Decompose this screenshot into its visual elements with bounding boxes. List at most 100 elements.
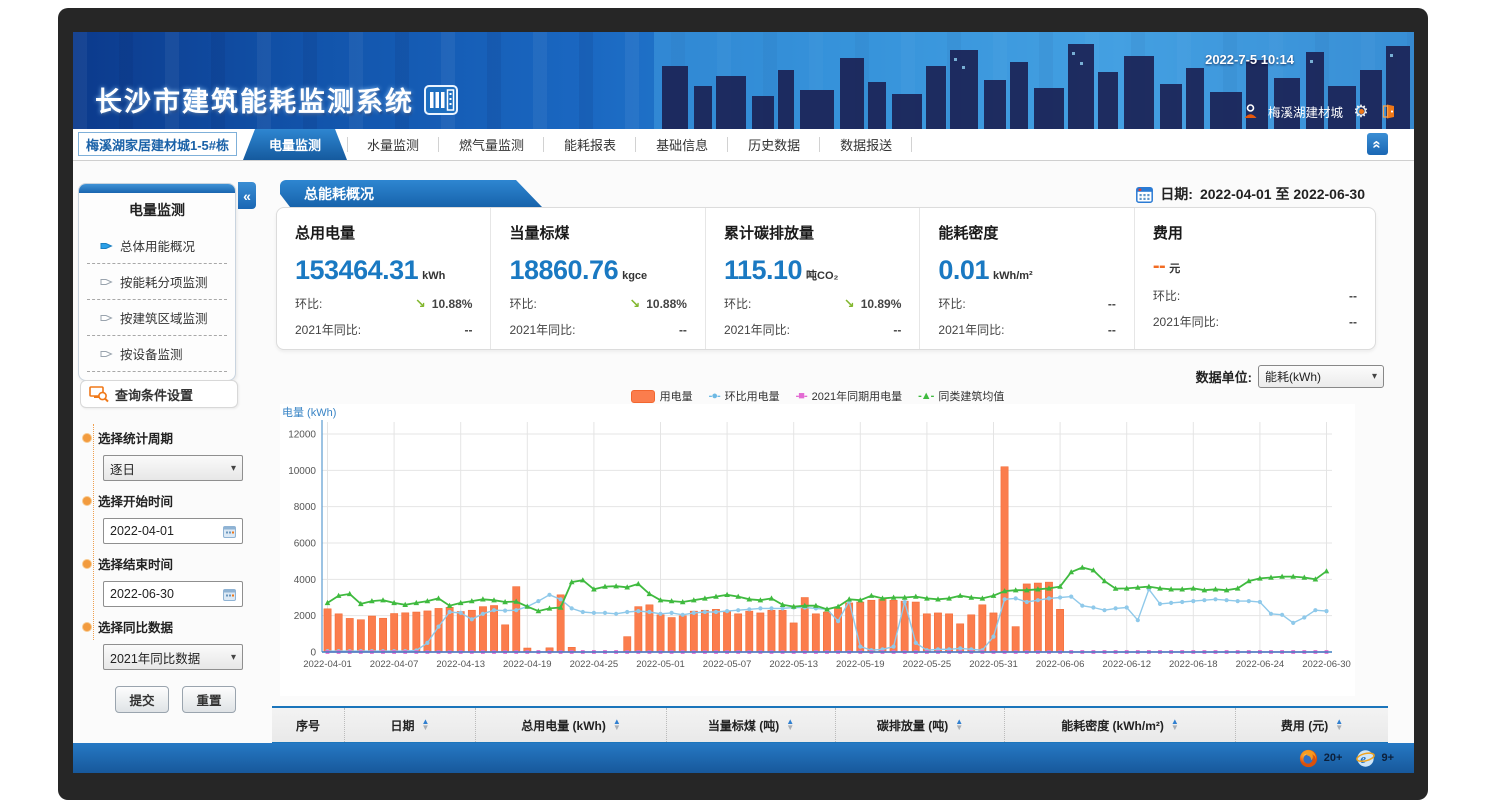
date-label: 日期: bbox=[1160, 184, 1193, 204]
tab-data-submit[interactable]: 数据报送 bbox=[820, 129, 912, 160]
collapse-header-button[interactable]: « bbox=[1367, 133, 1388, 155]
svg-text:2022-06-30: 2022-06-30 bbox=[1302, 659, 1351, 670]
svg-text:2022-04-25: 2022-04-25 bbox=[570, 659, 619, 670]
firefox-version-badge: 20+ bbox=[1324, 752, 1343, 764]
svg-text:2022-05-31: 2022-05-31 bbox=[969, 659, 1018, 670]
col-cost[interactable]: 费用 (元)▲▼ bbox=[1236, 708, 1388, 742]
arrow-right-icon bbox=[100, 276, 113, 288]
stat-card-carbon-emission: 累计碳排放量 115.10吨CO₂ 环比:↘10.89% 2021年同比:-- bbox=[706, 208, 920, 349]
tab-history[interactable]: 历史数据 bbox=[728, 129, 820, 160]
svg-text:电量 (kWh): 电量 (kWh) bbox=[282, 406, 336, 419]
col-coal-equivalent[interactable]: 当量标煤 (吨)▲▼ bbox=[667, 708, 836, 742]
tab-energy-report[interactable]: 能耗报表 bbox=[544, 129, 636, 160]
bullet-icon bbox=[83, 434, 91, 442]
chevron-down-icon: ▾ bbox=[231, 652, 236, 663]
period-select[interactable]: 逐日▾ bbox=[103, 455, 243, 481]
col-date[interactable]: 日期▲▼ bbox=[345, 708, 476, 742]
app-header: 长沙市建筑能耗监测系统 2022-7-5 10:14 梅溪湖建材城 ⚙ bbox=[73, 32, 1414, 129]
double-chevron-up-icon: « bbox=[1370, 140, 1385, 148]
svg-text:2022-04-07: 2022-04-07 bbox=[370, 659, 419, 670]
calendar-icon[interactable] bbox=[1136, 186, 1153, 203]
sidebar-item-by-device[interactable]: 按设备监测 bbox=[87, 336, 227, 372]
svg-text:2022-06-12: 2022-06-12 bbox=[1102, 659, 1151, 670]
main-tabbar: 梅溪湖家居建材城1-5#栋 电量监测 水量监测 燃气量监测 能耗报表 基础信息 … bbox=[73, 129, 1414, 161]
sidebar-item-by-category[interactable]: 按能耗分项监测 bbox=[87, 264, 227, 300]
tab-basic-info[interactable]: 基础信息 bbox=[636, 129, 728, 160]
sort-icon[interactable]: ▲▼ bbox=[1335, 719, 1343, 731]
reset-button[interactable]: 重置 bbox=[182, 686, 236, 713]
gear-icon[interactable]: ⚙ bbox=[1352, 103, 1370, 121]
legend-item-mom[interactable]: -●-环比用电量 bbox=[709, 388, 780, 404]
screen: 长沙市建筑能耗监测系统 2022-7-5 10:14 梅溪湖建材城 ⚙ bbox=[73, 32, 1414, 773]
ie-icon: e bbox=[1356, 749, 1375, 768]
stat-card-energy-density: 能耗密度 0.01kWh/m² 环比:-- 2021年同比:-- bbox=[920, 208, 1134, 349]
sidebar-item-overall-usage[interactable]: 总体用能概况 bbox=[87, 228, 227, 264]
line-circle-swatch-icon: -●- bbox=[709, 390, 720, 402]
stat-value: 153464.31 bbox=[295, 255, 418, 285]
sidebar-menu-panel: 电量监测 总体用能概况 按能耗分项监测 按建筑区域监测 按设备监测 bbox=[78, 183, 236, 381]
trend-down-icon: ↘ bbox=[415, 296, 426, 311]
legend-item-peer-avg[interactable]: -▲-同类建筑均值 bbox=[918, 388, 1004, 404]
arrow-right-icon bbox=[100, 348, 113, 360]
double-chevron-left-icon: « bbox=[243, 188, 251, 204]
calendar-icon bbox=[223, 588, 236, 601]
chevron-down-icon: ▾ bbox=[1372, 371, 1377, 382]
legend-item-2021[interactable]: -■-2021年同期用电量 bbox=[796, 388, 902, 404]
stats-panel: 总用电量 153464.31kWh 环比:↘10.88% 2021年同比:-- … bbox=[276, 207, 1376, 350]
arrow-right-icon bbox=[100, 312, 113, 324]
end-date-input[interactable]: 2022-06-30 bbox=[103, 581, 243, 607]
tab-gas[interactable]: 燃气量监测 bbox=[439, 129, 544, 160]
firefox-icon bbox=[1299, 749, 1318, 768]
app-title: 长沙市建筑能耗监测系统 bbox=[95, 80, 458, 119]
sort-icon[interactable]: ▲▼ bbox=[1171, 719, 1179, 731]
stat-card-total-electricity: 总用电量 153464.31kWh 环比:↘10.88% 2021年同比:-- bbox=[277, 208, 491, 349]
start-date-input[interactable]: 2022-04-01 bbox=[103, 518, 243, 544]
stat-unit: kgce bbox=[622, 270, 647, 282]
col-total-electricity[interactable]: 总用电量 (kWh)▲▼ bbox=[476, 708, 667, 742]
sort-icon[interactable]: ▲▼ bbox=[786, 719, 794, 731]
section-tab-total-energy: 总能耗概况 bbox=[280, 180, 542, 207]
chart-legend: 用电量 -●-环比用电量 -■-2021年同期用电量 -▲-同类建筑均值 bbox=[280, 388, 1355, 404]
sidebar-panel-topbar bbox=[79, 184, 235, 193]
col-index: 序号 bbox=[272, 708, 345, 742]
svg-text:10000: 10000 bbox=[288, 466, 316, 477]
sort-icon[interactable]: ▲▼ bbox=[422, 719, 430, 731]
date-range-value: 2022-04-01 至 2022-06-30 bbox=[1200, 184, 1365, 204]
svg-text:12000: 12000 bbox=[288, 430, 316, 441]
line-triangle-swatch-icon: -▲- bbox=[918, 390, 933, 402]
svg-text:8000: 8000 bbox=[294, 502, 317, 513]
svg-text:0: 0 bbox=[310, 648, 316, 659]
data-unit-row: 数据单位: 能耗(kWh)▾ bbox=[1196, 365, 1384, 388]
legend-item-consumption[interactable]: 用电量 bbox=[631, 388, 693, 404]
svg-text:2022-04-19: 2022-04-19 bbox=[503, 659, 552, 670]
col-carbon-emission[interactable]: 碳排放量 (吨)▲▼ bbox=[836, 708, 1005, 742]
svg-text:2022-06-24: 2022-06-24 bbox=[1236, 659, 1285, 670]
query-form: 选择统计周期 逐日▾ 选择开始时间 2022-04-01 选择结束时间 2022… bbox=[87, 418, 237, 713]
bar-swatch-icon bbox=[631, 390, 655, 403]
trend-down-icon: ↘ bbox=[844, 296, 855, 311]
sidebar-item-by-zone[interactable]: 按建筑区域监测 bbox=[87, 300, 227, 336]
sort-icon[interactable]: ▲▼ bbox=[955, 719, 963, 731]
bullet-icon bbox=[83, 623, 91, 631]
svg-text:2022-05-01: 2022-05-01 bbox=[636, 659, 685, 670]
username[interactable]: 梅溪湖建材城 bbox=[1268, 102, 1343, 121]
data-unit-select[interactable]: 能耗(kWh)▾ bbox=[1258, 365, 1384, 388]
app-logo-icon bbox=[424, 85, 458, 115]
svg-text:2022-04-01: 2022-04-01 bbox=[303, 659, 352, 670]
trend-down-icon: ↘ bbox=[629, 296, 640, 311]
data-unit-label: 数据单位: bbox=[1196, 367, 1252, 386]
sort-icon[interactable]: ▲▼ bbox=[613, 719, 621, 731]
yoy-select[interactable]: 2021年同比数据▾ bbox=[103, 644, 243, 670]
chevron-down-icon: ▾ bbox=[231, 463, 236, 474]
query-settings-header: 查询条件设置 bbox=[80, 380, 238, 408]
collapse-sidebar-button[interactable]: « bbox=[238, 182, 256, 209]
stat-unit: 吨CO₂ bbox=[806, 270, 838, 282]
col-energy-density[interactable]: 能耗密度 (kWh/m²)▲▼ bbox=[1005, 708, 1236, 742]
svg-text:2022-06-06: 2022-06-06 bbox=[1036, 659, 1085, 670]
tab-electricity[interactable]: 电量监测 bbox=[243, 129, 347, 160]
stat-unit: kWh bbox=[422, 270, 445, 282]
submit-button[interactable]: 提交 bbox=[115, 686, 169, 713]
line-square-swatch-icon: -■- bbox=[796, 390, 807, 402]
tab-water[interactable]: 水量监测 bbox=[347, 129, 439, 160]
logout-icon[interactable] bbox=[1379, 103, 1396, 120]
